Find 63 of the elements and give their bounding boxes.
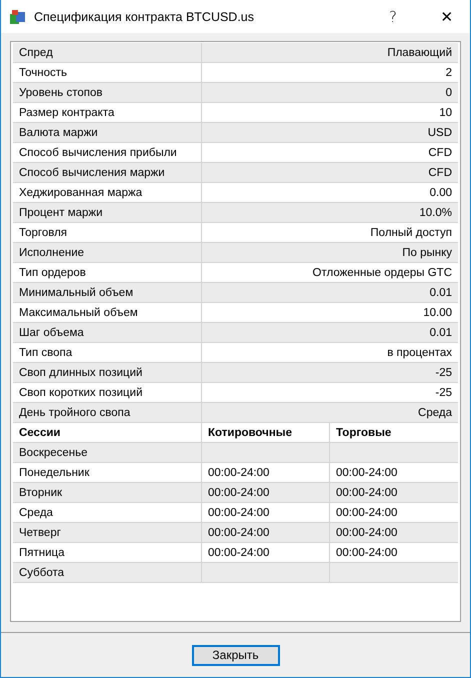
column-header: Торговые	[335, 426, 392, 440]
property-name: День тройного свопа	[13, 403, 202, 422]
property-name: Исполнение	[13, 243, 202, 262]
property-value: 10	[438, 106, 453, 120]
property-name: Максимальный объем	[13, 303, 202, 322]
property-value: 2	[444, 66, 453, 80]
help-button[interactable]: ?	[370, 0, 416, 33]
quote-hours: 00:00-24:00	[202, 503, 330, 522]
session-day: Суббота	[13, 563, 202, 582]
property-name: Процент маржи	[13, 203, 202, 222]
trade-hours: 00:00-24:00	[335, 546, 398, 560]
property-name: Своп коротких позиций	[13, 383, 202, 402]
session-day: Среда	[13, 503, 202, 522]
quote-hours: 00:00-24:00	[202, 463, 330, 482]
property-value: 10.00	[422, 306, 453, 320]
property-value: 0.01	[428, 326, 453, 340]
property-value: Полный доступ	[369, 226, 453, 240]
window-title: Спецификация контракта BTCUSD.us	[34, 10, 256, 24]
property-name: Тип свопа	[13, 343, 202, 362]
property-name: Спред	[13, 43, 202, 62]
trade-hours: 00:00-24:00	[335, 466, 398, 480]
property-name: Точность	[13, 63, 202, 82]
property-name: Уровень стопов	[13, 83, 202, 102]
property-value: USD	[426, 126, 453, 140]
property-value: -25	[434, 386, 453, 400]
column-header: Котировочные	[202, 423, 330, 442]
session-day: Пятница	[13, 543, 202, 562]
property-name: Размер контракта	[13, 103, 202, 122]
property-name: Валюта маржи	[13, 123, 202, 142]
property-value: -25	[434, 366, 453, 380]
property-name: Торговля	[13, 223, 202, 242]
property-name: Минимальный объем	[13, 283, 202, 302]
property-name: Способ вычисления маржи	[13, 163, 202, 182]
trade-hours: 00:00-24:00	[335, 506, 398, 520]
session-day: Понедельник	[13, 463, 202, 482]
property-value: Отложенные ордеры GTC	[312, 266, 453, 280]
property-value: 0	[444, 86, 453, 100]
property-value: Плавающий	[386, 46, 453, 60]
property-name: Хеджированная маржа	[13, 183, 202, 202]
property-name: Шаг объема	[13, 323, 202, 342]
property-name: Тип ордеров	[13, 263, 202, 282]
quote-hours: 00:00-24:00	[202, 523, 330, 542]
property-value: 0.00	[428, 186, 453, 200]
column-header: Сессии	[13, 423, 202, 442]
app-icon	[9, 8, 26, 24]
property-value: CFD	[427, 166, 453, 180]
trade-hours: 00:00-24:00	[335, 526, 398, 540]
property-value: 0.01	[428, 286, 453, 300]
property-value: По рынку	[401, 246, 453, 260]
session-day: Четверг	[13, 523, 202, 542]
property-name: Способ вычисления прибыли	[13, 143, 202, 162]
property-value: CFD	[427, 146, 453, 160]
session-day: Воскресенье	[13, 443, 202, 462]
close-button[interactable]: ✕	[424, 0, 470, 33]
property-value: 10.0%	[418, 206, 453, 220]
close-dialog-button[interactable]: Закрыть	[192, 644, 280, 666]
trade-hours: 00:00-24:00	[335, 486, 398, 500]
property-name: Своп длинных позиций	[13, 363, 202, 382]
quote-hours: 00:00-24:00	[202, 483, 330, 502]
property-value: Среда	[417, 406, 453, 420]
property-value: в процентах	[386, 346, 453, 360]
session-day: Вторник	[13, 483, 202, 502]
quote-hours: 00:00-24:00	[202, 543, 330, 562]
